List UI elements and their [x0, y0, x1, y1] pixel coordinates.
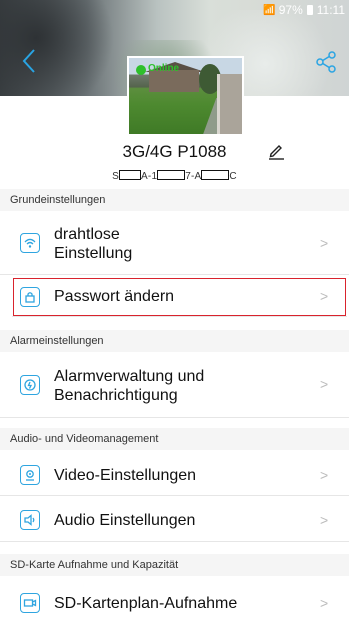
camera-icon — [20, 465, 40, 485]
label-line: Alarmverwaltung und — [54, 368, 205, 385]
serial-part: C — [229, 171, 237, 182]
change-password-row[interactable]: Passwort ändern > — [12, 277, 347, 317]
sd-schedule-recording-row[interactable]: SD-Kartenplan-Aufnahme > — [0, 580, 349, 621]
section-title-audio-video: Audio- und Videomanagement — [0, 428, 349, 450]
video-settings-row[interactable]: Video-Einstellungen > — [0, 454, 349, 496]
share-icon — [316, 51, 336, 73]
camera-thumbnail[interactable]: Online — [127, 56, 244, 136]
device-name-text: 3G/4G P1088 — [122, 142, 227, 161]
label-line: Einstellung — [54, 245, 133, 262]
alarm-icon — [20, 375, 40, 395]
section-title-grundeinstellungen: Grundeinstellungen — [0, 189, 349, 211]
share-button[interactable] — [314, 50, 338, 74]
redaction-box — [201, 170, 230, 180]
video-settings-label: Video-Einstellungen — [54, 467, 197, 484]
serial-part: 7-A — [185, 171, 202, 182]
alarm-management-label: Alarmverwaltung und Benachrichtigung — [54, 367, 204, 405]
chevron-left-icon — [22, 49, 35, 73]
serial-part: S — [112, 171, 120, 182]
label-line: drahtlose — [54, 226, 120, 243]
redaction-box — [119, 170, 142, 180]
edit-name-button[interactable] — [267, 142, 285, 160]
battery-percent: 97% — [278, 3, 303, 17]
section-title-alarmeinstellungen: Alarmeinstellungen — [0, 330, 349, 352]
chevron-right-icon: > — [320, 512, 329, 528]
wifi-icon — [20, 233, 40, 253]
redaction-box — [157, 170, 186, 180]
chevron-right-icon: > — [320, 288, 329, 304]
speaker-icon — [20, 510, 40, 530]
battery-icon — [306, 5, 313, 15]
video-record-icon — [20, 593, 40, 613]
chevron-right-icon: > — [320, 235, 329, 251]
chevron-right-icon: > — [320, 595, 329, 611]
online-status-label: Online — [148, 63, 180, 74]
section-title-sd-card: SD-Karte Aufnahme und Kapazität — [0, 554, 349, 576]
thumbnail-fence — [217, 74, 242, 134]
alarm-management-row[interactable]: Alarmverwaltung und Benachrichtigung > — [0, 352, 349, 418]
label-line: Benachrichtigung — [54, 387, 178, 404]
wireless-settings-label: drahtlose Einstellung — [54, 225, 132, 263]
sd-schedule-recording-label: SD-Kartenplan-Aufnahme — [54, 595, 238, 612]
status-bar: 📶 97% 11:11 — [0, 0, 349, 20]
back-button[interactable] — [18, 46, 42, 76]
change-password-label: Passwort ändern — [54, 288, 175, 305]
device-serial: S A-1 7-A C — [0, 170, 349, 182]
signal-icon: 📶 — [263, 4, 275, 16]
wireless-settings-row[interactable]: drahtlose Einstellung > — [0, 211, 349, 275]
pencil-icon — [269, 145, 284, 160]
serial-part: A-1 — [141, 171, 158, 182]
chevron-right-icon: > — [320, 467, 329, 483]
lock-icon — [20, 287, 40, 307]
online-status-dot — [136, 65, 146, 75]
chevron-right-icon: > — [320, 376, 329, 392]
clock: 11:11 — [316, 3, 345, 17]
audio-settings-label: Audio Einstellungen — [54, 512, 196, 529]
audio-settings-row[interactable]: Audio Einstellungen > — [0, 498, 349, 542]
device-name: 3G/4G P1088 — [0, 142, 349, 162]
